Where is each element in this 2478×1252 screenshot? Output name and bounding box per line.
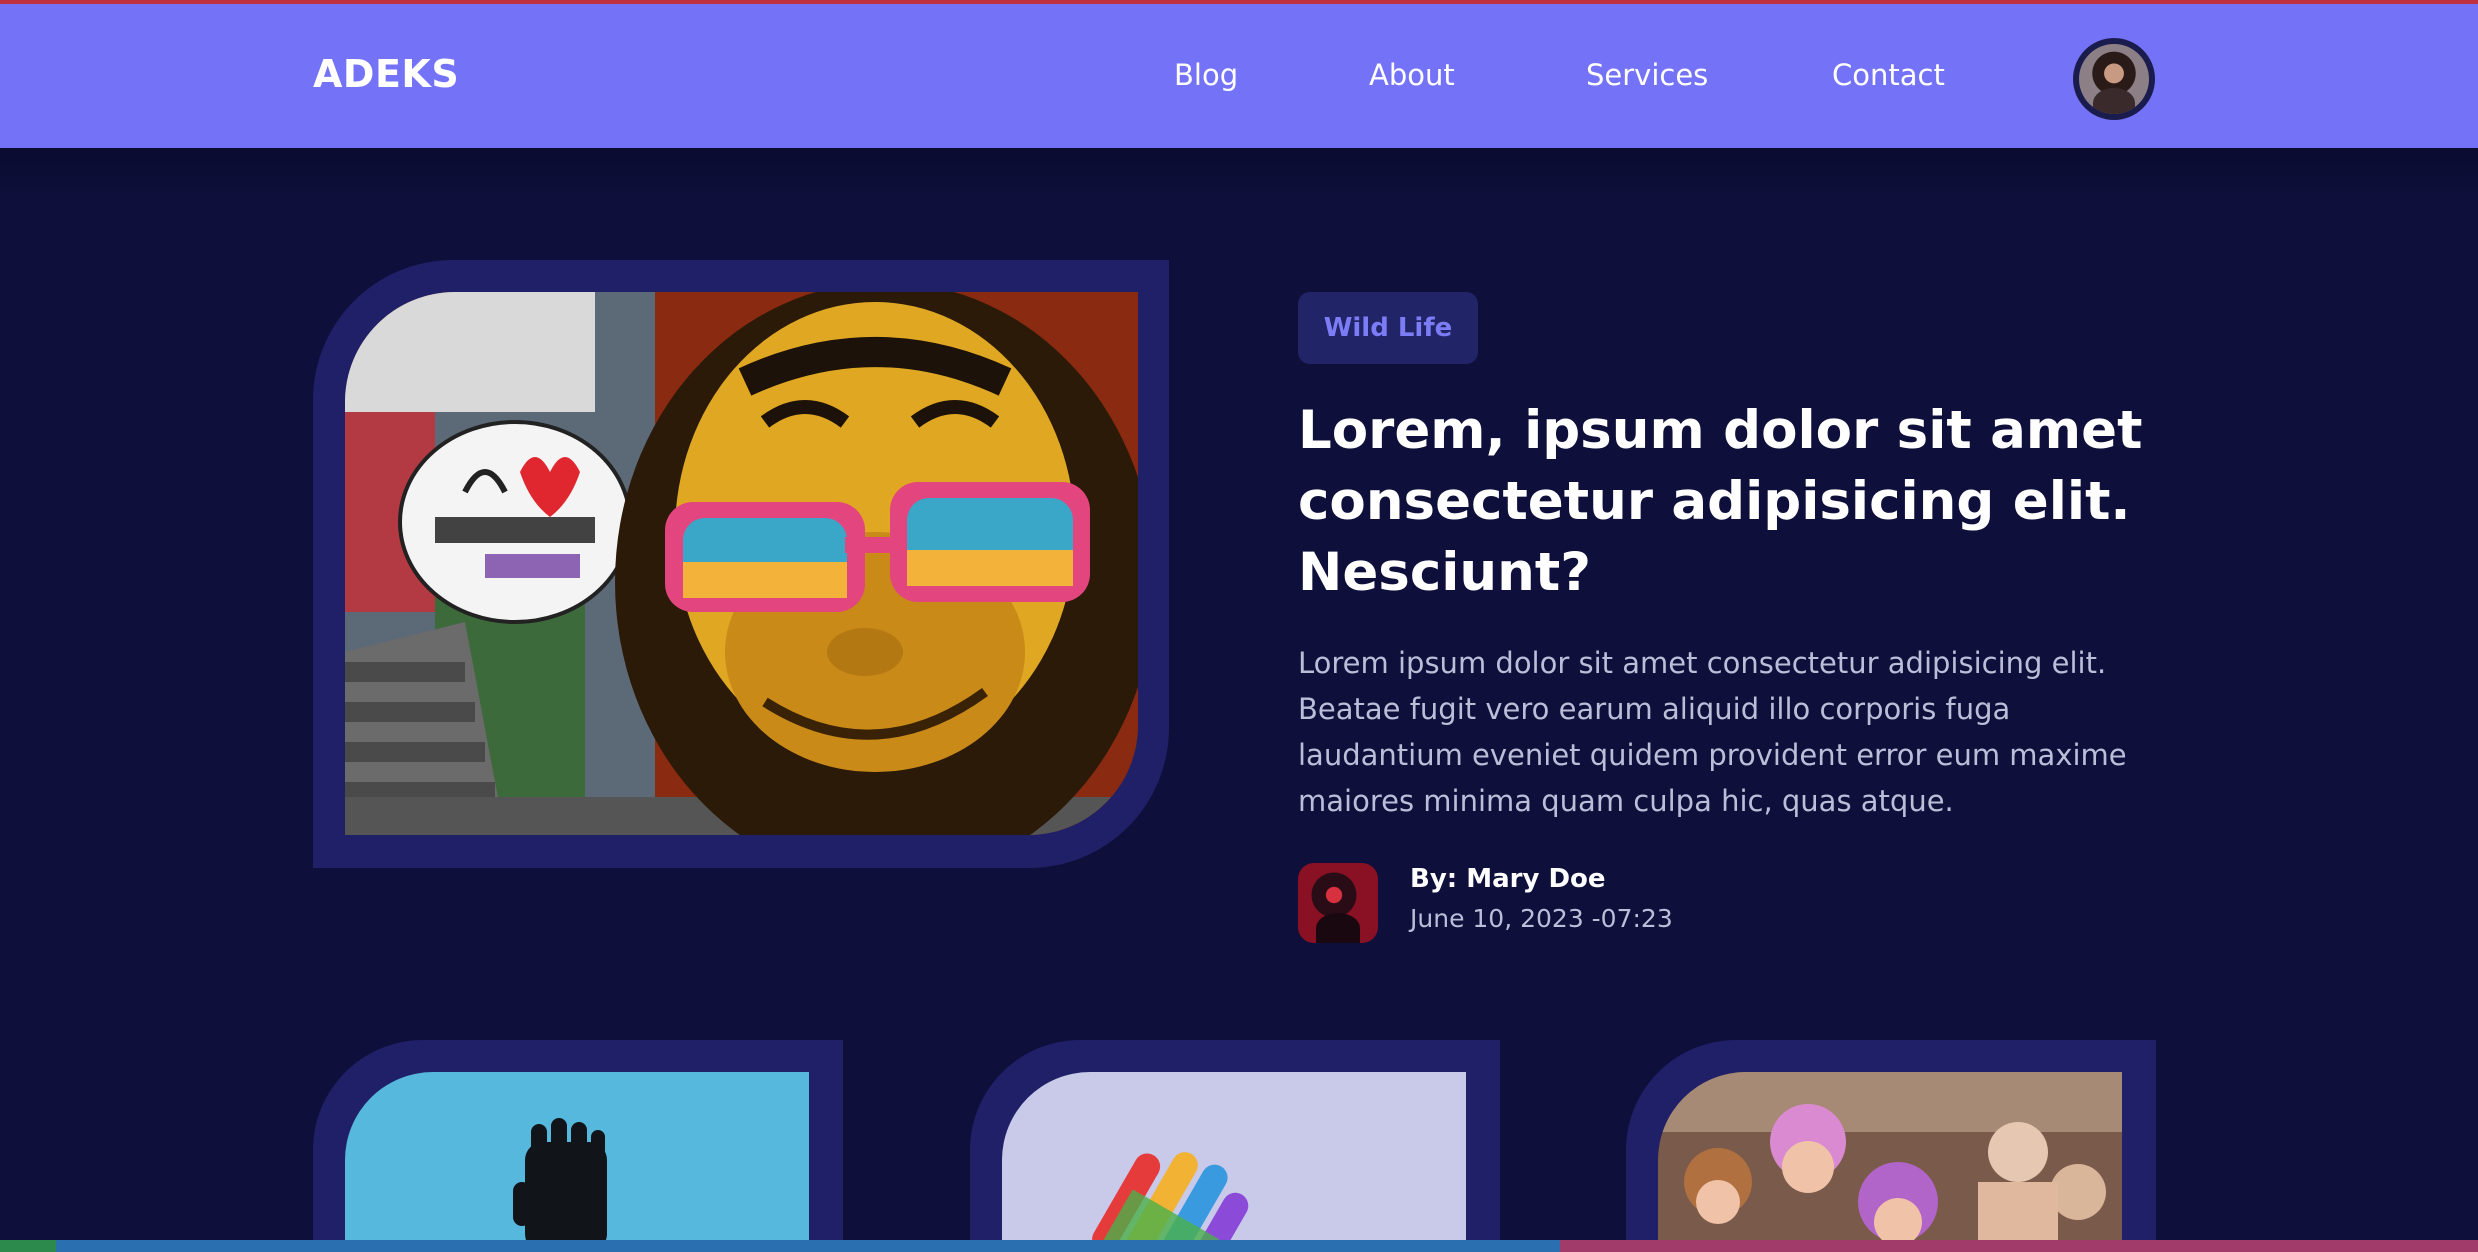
nav-link-contact[interactable]: Contact	[1832, 58, 1945, 92]
nav-link-blog[interactable]: Blog	[1174, 58, 1238, 92]
category-tag[interactable]: Wild Life	[1298, 292, 1478, 364]
user-avatar	[2079, 44, 2149, 114]
author-avatar	[1298, 863, 1378, 943]
post-date: June 10, 2023 -07:23	[1410, 904, 1673, 933]
user-avatar-button[interactable]	[2073, 38, 2155, 120]
post-excerpt: Lorem ipsum dolor sit amet consectetur a…	[1298, 646, 2127, 818]
author-name: By: Mary Doe	[1410, 864, 1606, 894]
card-image-1[interactable]	[345, 1072, 809, 1252]
navbar: ADEKS Blog About Services Contact	[0, 4, 2478, 148]
nav-link-about[interactable]: About	[1369, 58, 1455, 92]
post-title[interactable]: Lorem, ipsum dolor sit amet consectetur …	[1298, 395, 2218, 608]
editor-status-bar	[0, 1240, 2478, 1252]
card-image-3[interactable]	[1658, 1072, 2122, 1252]
navbar-shadow	[0, 148, 2478, 194]
site-logo[interactable]: ADEKS	[313, 52, 459, 96]
hero-image[interactable]	[345, 292, 1138, 835]
nav-link-services[interactable]: Services	[1586, 58, 1708, 92]
card-image-2[interactable]	[1002, 1072, 1466, 1252]
